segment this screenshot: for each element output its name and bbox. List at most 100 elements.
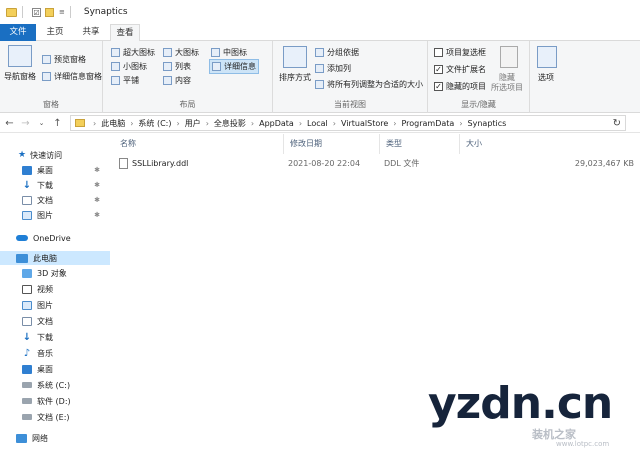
file-icon [119, 158, 128, 169]
sidebar-item-label: 桌面 [37, 165, 53, 175]
divider [69, 6, 71, 18]
size-columns-icon [315, 80, 324, 89]
sidebar-item-quick-access[interactable]: ★ 快速访问 [0, 148, 110, 162]
small-icons-button[interactable]: 小图标 [111, 61, 147, 72]
column-header-date[interactable]: 修改日期 [284, 134, 380, 154]
preview-pane-label: 预览窗格 [54, 55, 86, 64]
details-view-button[interactable]: 详细信息 [209, 59, 259, 74]
breadcrumb-item[interactable]: VirtualStore [341, 119, 388, 128]
sidebar-item-drive-c[interactable]: 系统 (C:) [0, 378, 110, 392]
sidebar-item-drive-d[interactable]: 软件 (D:) [0, 394, 110, 408]
file-extensions-checkbox[interactable]: ✓ [434, 65, 443, 74]
breadcrumb-item[interactable]: 系统 (C:) [138, 118, 171, 129]
medium-icons-button[interactable]: 中图标 [211, 47, 247, 58]
breadcrumb[interactable]: › 此电脑 › 系统 (C:) › 用户 › 全息投影 › AppData › … [70, 115, 626, 131]
nav-pane-icon [8, 45, 32, 67]
preview-pane-button[interactable]: 预览窗格 [42, 54, 86, 65]
sidebar-item-onedrive[interactable]: OneDrive [0, 231, 110, 245]
up-arrow-icon[interactable]: ↑ [51, 118, 64, 129]
back-arrow-icon[interactable]: ← [3, 118, 16, 129]
drive-icon [22, 414, 32, 420]
recent-locations-icon[interactable]: ⌄ [35, 119, 48, 127]
pin-icon[interactable]: ✱ [94, 196, 100, 204]
sidebar-item-pictures-pc[interactable]: 图片 [0, 298, 110, 312]
file-type: DDL 文件 [384, 159, 420, 168]
list-icon [163, 62, 172, 71]
pin-icon[interactable]: ✱ [94, 166, 100, 174]
column-header-type[interactable]: 类型 [380, 134, 460, 154]
content-button[interactable]: 内容 [163, 75, 191, 86]
tiles-button[interactable]: 平铺 [111, 75, 139, 86]
item-checkboxes-checkbox[interactable] [434, 48, 443, 57]
table-row[interactable]: SSLLibrary.ddl 2021-08-20 22:04 DDL 文件 2… [114, 156, 634, 171]
pin-icon[interactable]: ✱ [94, 211, 100, 219]
small-icons-label: 小图标 [123, 62, 147, 71]
tab-view[interactable]: 查看 [110, 24, 140, 42]
sidebar-item-this-pc[interactable]: 此电脑 [0, 251, 110, 265]
details-pane-icon [42, 72, 51, 81]
forward-arrow-icon[interactable]: → [19, 118, 32, 129]
sidebar-item-drive-e[interactable]: 文档 (E:) [0, 410, 110, 424]
sidebar-item-downloads[interactable]: ↓ 下载 ✱ [0, 178, 110, 192]
sidebar-item-desktop-pc[interactable]: 桌面 [0, 362, 110, 376]
details-pane-button[interactable]: 详细信息窗格 [42, 71, 102, 82]
group-by-button[interactable]: 分组依据 [315, 47, 359, 58]
breadcrumb-item[interactable]: AppData [259, 119, 294, 128]
column-header-size[interactable]: 大小 [460, 134, 636, 154]
chevron-right-icon: › [93, 118, 97, 128]
xl-icons-button[interactable]: 超大图标 [111, 47, 155, 58]
sidebar-item-downloads-pc[interactable]: ↓ 下载 [0, 330, 110, 344]
large-icons-button[interactable]: 大图标 [163, 47, 199, 58]
current-view-group: 排序方式 分组依据 添加列 将所有列调整为合适的大小 当前视图 [273, 41, 428, 113]
sidebar-item-videos[interactable]: 视频 [0, 282, 110, 296]
hidden-items-toggle[interactable]: ✓ 隐藏的项目 [434, 81, 486, 92]
chevron-right-icon: › [332, 118, 336, 128]
file-name[interactable]: SSLLibrary.ddl [132, 156, 188, 171]
breadcrumb-item[interactable]: 用户 [185, 118, 201, 129]
sidebar-item-label: 网络 [32, 433, 48, 443]
tiles-label: 平铺 [123, 76, 139, 85]
new-folder-icon[interactable] [45, 7, 54, 17]
tab-home[interactable]: 主页 [42, 24, 68, 41]
file-extensions-toggle[interactable]: ✓ 文件扩展名 [434, 64, 486, 75]
item-checkboxes-toggle[interactable]: 项目复选框 [434, 47, 486, 58]
nav-pane-button[interactable]: 导航窗格 [4, 71, 36, 82]
breadcrumb-item[interactable]: 此电脑 [101, 118, 125, 129]
breadcrumb-item[interactable]: Local [307, 119, 328, 128]
file-date: 2021-08-20 22:04 [288, 159, 361, 168]
hidden-items-checkbox[interactable]: ✓ [434, 82, 443, 91]
panes-group: 导航窗格 预览窗格 详细信息窗格 窗格 [0, 41, 103, 113]
sidebar-item-pictures[interactable]: 图片 ✱ [0, 208, 110, 222]
sidebar-item-label: 系统 (C:) [37, 380, 71, 390]
cube-icon [22, 268, 32, 278]
breadcrumb-item[interactable]: Synaptics [468, 119, 507, 128]
file-size: 29,023,467 KB [574, 159, 634, 168]
tab-share[interactable]: 共享 [78, 24, 104, 41]
watermark-url: www.lotpc.com [556, 440, 610, 448]
options-button[interactable]: 选项 [538, 72, 554, 83]
sidebar-item-network[interactable]: 网络 [0, 431, 110, 445]
sidebar-item-documents[interactable]: 文档 ✱ [0, 193, 110, 207]
breadcrumb-item[interactable]: 全息投影 [214, 118, 246, 129]
sidebar-item-label: 文档 [37, 316, 53, 326]
properties-icon[interactable]: ☑ [32, 7, 41, 17]
navigation-pane: ★ 快速访问 桌面 ✱ ↓ 下载 ✱ 文档 ✱ 图片 ✱ OneDrive 此电… [0, 134, 110, 452]
pin-icon[interactable]: ✱ [94, 181, 100, 189]
network-icon [16, 433, 27, 443]
sidebar-item-label: 此电脑 [33, 253, 57, 263]
sidebar-item-music[interactable]: ♪ 音乐 [0, 346, 110, 360]
refresh-icon[interactable]: ↻ [613, 118, 621, 129]
sidebar-item-documents-pc[interactable]: 文档 [0, 314, 110, 328]
column-header-name[interactable]: 名称 [114, 134, 284, 154]
tab-file[interactable]: 文件 [0, 24, 36, 41]
customize-toolbar-icon[interactable]: ≡ [59, 8, 65, 16]
sort-by-button[interactable]: 排序方式 [279, 72, 311, 83]
list-button[interactable]: 列表 [163, 61, 191, 72]
sidebar-item-desktop[interactable]: 桌面 ✱ [0, 163, 110, 177]
size-all-columns-button[interactable]: 将所有列调整为合适的大小 [315, 79, 423, 90]
add-columns-button[interactable]: 添加列 [315, 63, 351, 74]
show-hide-group: 项目复选框 ✓ 文件扩展名 ✓ 隐藏的项目 隐藏 所选项目 显示/隐藏 [428, 41, 530, 113]
picture-icon [22, 210, 32, 220]
breadcrumb-item[interactable]: ProgramData [401, 119, 454, 128]
sidebar-item-3d-objects[interactable]: 3D 对象 [0, 266, 110, 280]
